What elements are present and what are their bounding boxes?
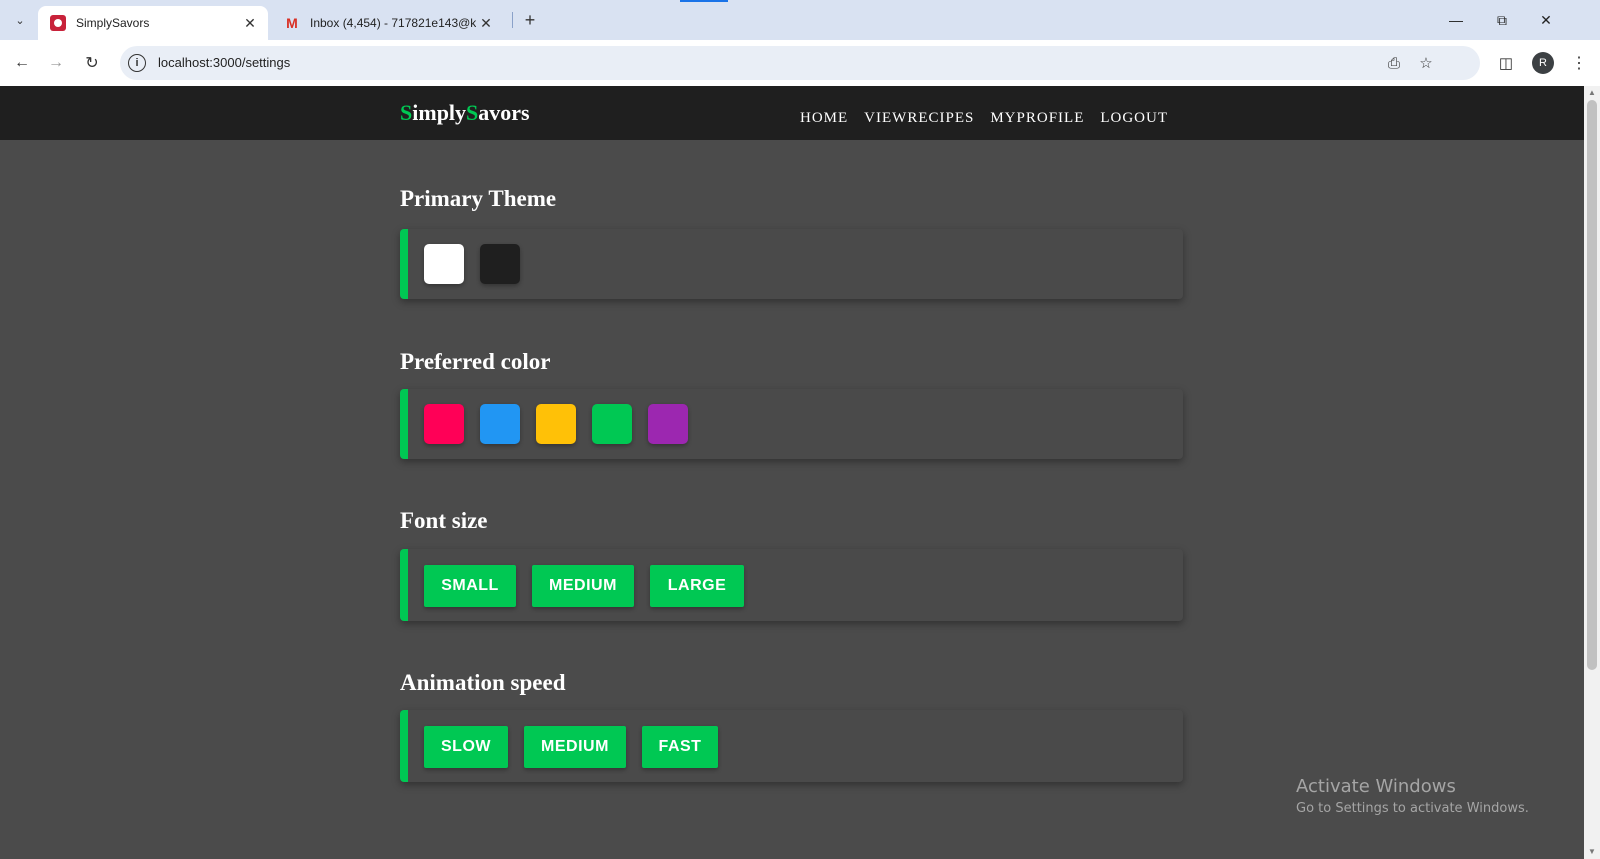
minimize-icon[interactable]: — xyxy=(1444,8,1468,32)
url-text[interactable]: localhost:3000/settings xyxy=(158,55,290,70)
nav-home[interactable]: HOME xyxy=(800,110,848,127)
color-pink-swatch[interactable] xyxy=(424,404,464,444)
loading-indicator xyxy=(680,0,728,2)
preferred-color-panel xyxy=(400,389,1183,459)
font-size-medium-button[interactable]: MEDIUM xyxy=(532,565,634,607)
scroll-thumb[interactable] xyxy=(1587,100,1597,670)
tab-strip: ⌄ SimplySavors ✕ M Inbox (4,454) - 71782… xyxy=(0,0,1600,40)
address-bar[interactable]: i localhost:3000/settings ⎙ ☆ xyxy=(120,46,1480,80)
nav-viewrecipes[interactable]: VIEWRECIPES xyxy=(864,110,974,127)
back-arrow-icon[interactable]: ← xyxy=(10,51,34,75)
nav-logout[interactable]: LOGOUT xyxy=(1100,110,1168,127)
font-size-panel: SMALL MEDIUM LARGE xyxy=(400,549,1183,621)
browser-menu-icon[interactable]: ⋮ xyxy=(1568,52,1590,74)
tab-inbox[interactable]: M Inbox (4,454) - 717821e143@k ✕ xyxy=(272,6,504,40)
main-nav: HOME VIEWRECIPES MYPROFILE LOGOUT xyxy=(800,110,1168,127)
gmail-favicon-icon: M xyxy=(286,15,298,31)
watermark-line-2: Go to Settings to activate Windows. xyxy=(1296,801,1529,816)
reload-icon[interactable]: ↻ xyxy=(80,51,104,75)
site-header: SimplySavors HOME VIEWRECIPES MYPROFILE … xyxy=(0,86,1584,140)
tab-title: SimplySavors xyxy=(76,16,150,30)
font-size-small-button[interactable]: SMALL xyxy=(424,565,516,607)
tab-simplysavors[interactable]: SimplySavors ✕ xyxy=(38,6,268,40)
bookmark-star-icon[interactable]: ☆ xyxy=(1416,53,1436,73)
color-green-swatch[interactable] xyxy=(592,404,632,444)
page-scrollbar[interactable]: ▲ ▼ xyxy=(1584,86,1600,859)
new-tab-plus-icon[interactable]: + xyxy=(518,8,542,32)
restore-icon[interactable]: ⧉ xyxy=(1490,8,1514,32)
close-tab-icon[interactable]: ✕ xyxy=(240,13,260,33)
page-viewport: SimplySavors HOME VIEWRECIPES MYPROFILE … xyxy=(0,86,1600,859)
preferred-color-heading: Preferred color xyxy=(400,349,551,374)
tab-separator xyxy=(512,12,513,28)
nav-myprofile[interactable]: MYPROFILE xyxy=(990,110,1084,127)
color-blue-swatch[interactable] xyxy=(480,404,520,444)
window-close-icon[interactable]: ✕ xyxy=(1534,8,1558,32)
simplysavors-favicon-icon xyxy=(50,15,66,31)
primary-theme-heading: Primary Theme xyxy=(400,186,557,211)
forward-arrow-icon[interactable]: → xyxy=(44,51,68,75)
theme-dark-swatch[interactable] xyxy=(480,244,520,284)
install-app-icon[interactable]: ⎙ xyxy=(1384,53,1404,73)
close-tab-icon[interactable]: ✕ xyxy=(476,13,496,33)
browser-toolbar: ← → ↻ i localhost:3000/settings ⎙ ☆ ◫ R … xyxy=(0,40,1600,86)
animation-medium-button[interactable]: MEDIUM xyxy=(524,726,626,768)
scroll-up-arrow-icon[interactable]: ▲ xyxy=(1587,88,1597,98)
animation-speed-heading: Animation speed xyxy=(400,670,566,695)
animation-fast-button[interactable]: FAST xyxy=(642,726,718,768)
tab-search-chevron-icon[interactable]: ⌄ xyxy=(8,8,32,32)
animation-slow-button[interactable]: SLOW xyxy=(424,726,508,768)
color-purple-swatch[interactable] xyxy=(648,404,688,444)
watermark-line-1: Activate Windows xyxy=(1296,776,1456,797)
side-panel-icon[interactable]: ◫ xyxy=(1496,53,1516,73)
profile-avatar[interactable]: R xyxy=(1532,52,1554,74)
primary-theme-panel xyxy=(400,229,1183,299)
font-size-heading: Font size xyxy=(400,508,488,533)
tab-title: Inbox (4,454) - 717821e143@k xyxy=(310,16,476,30)
animation-speed-panel: SLOW MEDIUM FAST xyxy=(400,710,1183,782)
windows-activation-watermark: Activate Windows Go to Settings to activ… xyxy=(1296,776,1529,816)
site-info-icon[interactable]: i xyxy=(128,54,146,72)
color-yellow-swatch[interactable] xyxy=(536,404,576,444)
font-size-large-button[interactable]: LARGE xyxy=(650,565,744,607)
theme-light-swatch[interactable] xyxy=(424,244,464,284)
site-logo[interactable]: SimplySavors xyxy=(400,100,530,126)
scroll-down-arrow-icon[interactable]: ▼ xyxy=(1587,847,1597,857)
